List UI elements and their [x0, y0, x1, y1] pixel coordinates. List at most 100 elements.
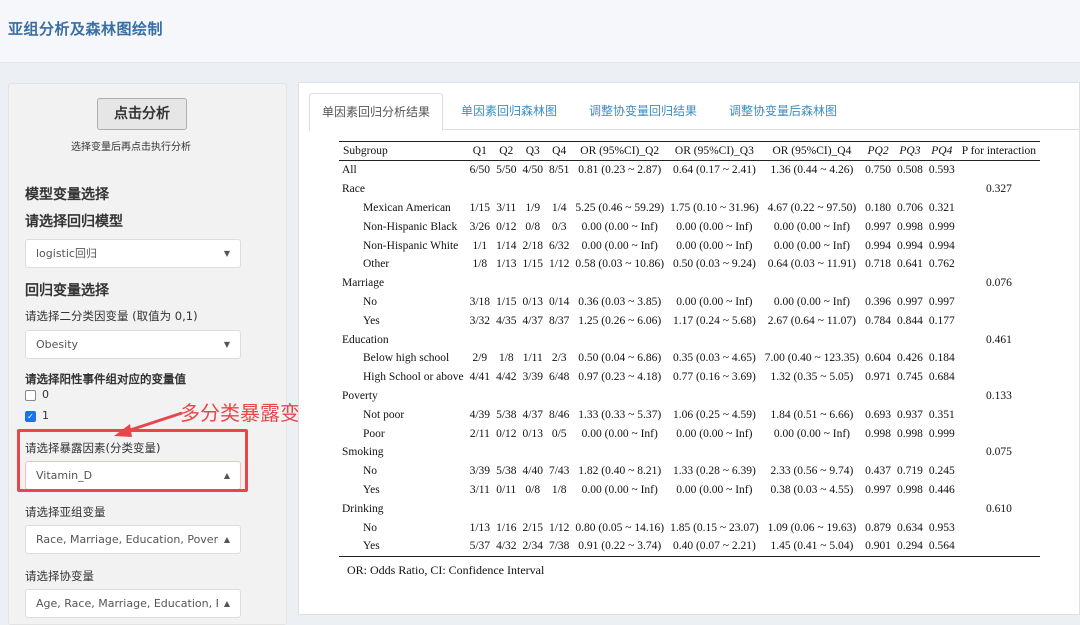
table-cell: 0.50 (0.04 ~ 6.86) [578, 352, 662, 365]
table-cell [572, 274, 667, 293]
model-select-value: logistic回归 [36, 247, 97, 260]
table-header-row: Subgroup Q1 Q2 Q3 Q4 OR (95%CI)_Q2 OR (9… [339, 141, 1041, 161]
table-cell: 1.33 (0.28 ~ 6.39) [672, 465, 756, 478]
analyze-hint: 选择变量后再点击执行分析 [71, 142, 191, 153]
table-cell: 0.784 [865, 314, 891, 327]
table-cell: 7/43 [548, 465, 570, 478]
table-cell [894, 330, 926, 349]
covariate-select[interactable]: Age, Race, Marriage, Education, Pove ▲ [25, 589, 241, 618]
table-cell: 0.610 [985, 502, 1012, 515]
table-cell [958, 368, 1040, 387]
table-cell: 2/9 [472, 352, 488, 365]
subgroup-cell: Education [342, 333, 389, 346]
model-select[interactable]: logistic回归 ▼ [25, 239, 241, 268]
positive-option-1-label: 1 [42, 409, 49, 422]
subgroup-cell: Mexican American [363, 201, 451, 214]
table-cell: 5/38 [496, 465, 517, 478]
binary-outcome-select[interactable]: Obesity ▼ [25, 330, 241, 359]
table-cell: 1/4 [551, 201, 567, 214]
table-cell: 8/46 [548, 408, 570, 421]
positive-option-0[interactable]: 0 [25, 388, 49, 401]
table-cell: 0/8 [525, 220, 541, 233]
header-cell: Q3 [519, 141, 546, 161]
table-cell: 0.426 [896, 352, 923, 365]
table-cell: 0/13 [522, 295, 543, 308]
tab-univariate-forest[interactable]: 单因素回归森林图 [449, 93, 569, 129]
table-cell [493, 499, 519, 518]
table-cell: 0.750 [865, 164, 891, 177]
table-cell [520, 180, 546, 199]
subgroup-cell: No [363, 465, 378, 478]
subgroup-cell: Race [342, 183, 365, 196]
positive-option-1[interactable]: ✓ 1 [25, 409, 49, 422]
table-cell: 4/40 [522, 465, 543, 478]
table-cell: 0.844 [896, 314, 923, 327]
table-cell [493, 443, 519, 462]
table-cell: 0/12 [496, 427, 517, 440]
table-cell: 1/1 [472, 239, 488, 252]
table-cell [958, 518, 1040, 537]
table-row: No 1/13 1/16 2/15 1/12 0.80 (0.05 ~ 14.16) 1.8… [339, 518, 1040, 537]
table-cell: 4/35 [496, 314, 517, 327]
table-cell: 0.00 (0.00 ~ Inf) [676, 427, 753, 440]
table-cell: 0.177 [928, 314, 955, 327]
table-cell: 0.00 (0.00 ~ Inf) [676, 220, 753, 233]
subgroup-cell: Yes [363, 483, 380, 496]
table-cell [958, 293, 1040, 312]
table-cell: 0.762 [928, 258, 955, 271]
table-cell: 0.327 [985, 183, 1012, 196]
table-cell [667, 180, 762, 199]
analyze-button[interactable]: 点击分析 [97, 98, 187, 130]
table-cell: 6/50 [469, 164, 491, 177]
table-cell: 3/18 [469, 295, 491, 308]
subgroup-cell: Poverty [342, 389, 378, 402]
tab-univariate-results[interactable]: 单因素回归分析结果 [309, 93, 444, 131]
table-cell: 1.25 (0.26 ~ 6.06) [578, 314, 662, 327]
table-cell: 0.437 [865, 465, 891, 478]
table-cell: 0.184 [928, 352, 955, 365]
caret-up-icon: ▲ [223, 599, 230, 608]
table-cell: 0.937 [896, 408, 923, 421]
table-cell [894, 180, 926, 199]
header-cell: PQ3 [893, 141, 926, 161]
table-cell [894, 443, 926, 462]
subgroup-select[interactable]: Race, Marriage, Education, Poverty, ▲ [25, 525, 241, 554]
subgroup-cell: Non-Hispanic Black [363, 220, 458, 233]
subgroup-cell: Poor [363, 427, 385, 440]
table-cell: 0.719 [896, 465, 923, 478]
table-cell [572, 443, 667, 462]
table-cell [762, 180, 862, 199]
header-cell: PQ2 [862, 141, 894, 161]
table-cell: 0.998 [896, 483, 923, 496]
header-cell: OR (95%CI)_Q2 [572, 141, 668, 161]
table-row: No 3/18 1/15 0/13 0/14 0.36 (0.03 ~ 3.85) 0.00… [339, 293, 1040, 312]
table-cell [958, 349, 1040, 368]
table-cell [667, 443, 762, 462]
table-cell: 4/50 [522, 164, 543, 177]
table-cell: 1.32 (0.35 ~ 5.05) [770, 371, 854, 384]
table-cell [467, 330, 493, 349]
table-cell [667, 387, 762, 406]
tab-adjusted-forest[interactable]: 调整协变量后森林图 [717, 93, 849, 129]
table-cell: 0.77 (0.16 ~ 3.69) [672, 371, 756, 384]
table-cell: 0.50 (0.03 ~ 9.24) [672, 258, 756, 271]
checkbox-unchecked-icon[interactable] [25, 389, 36, 401]
table-cell: 0.901 [862, 536, 894, 557]
table-cell [862, 387, 894, 406]
table-cell: 4/42 [496, 371, 517, 384]
table-row: Poor 2/11 0/12 0/13 0/5 0.00 (0.00 ~ Inf) 0.00… [339, 424, 1040, 443]
table-cell [958, 161, 1040, 180]
table-cell: 0.076 [985, 277, 1012, 290]
table-cell [520, 274, 546, 293]
checkbox-checked-icon[interactable]: ✓ [25, 410, 36, 422]
table-cell [572, 499, 667, 518]
table-row: Mexican American 1/15 3/11 1/9 1/4 5.25 (0.46… [339, 199, 1040, 218]
table-cell: 2/34 [519, 536, 546, 557]
tab-adjusted-results[interactable]: 调整协变量回归结果 [577, 93, 709, 129]
table-cell: 0.998 [896, 427, 923, 440]
table-row: Smoking 0.075 [339, 443, 1040, 462]
table-cell: 0.81 (0.23 ~ 2.87) [578, 164, 662, 177]
table-cell: 5/50 [496, 164, 517, 177]
table-cell [762, 274, 862, 293]
table-cell: 5/37 [466, 536, 494, 557]
